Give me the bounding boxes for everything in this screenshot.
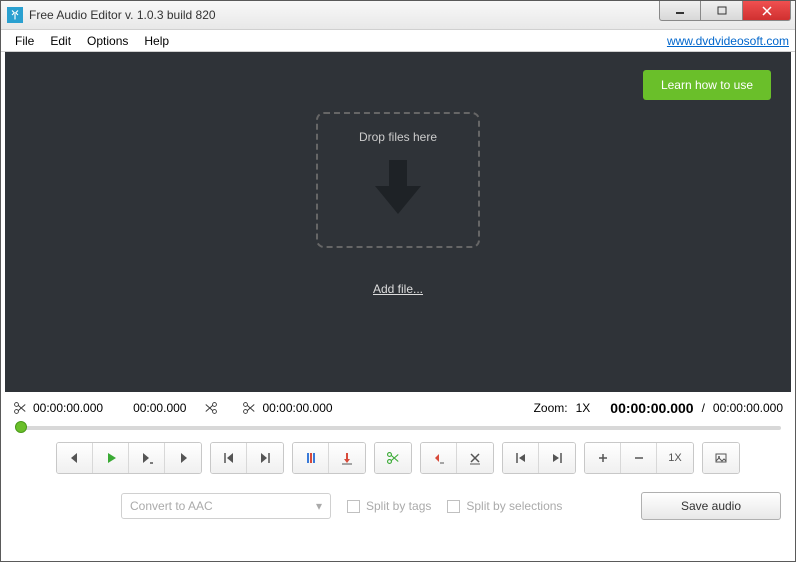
- app-window: Free Audio Editor v. 1.0.3 build 820 Fil…: [0, 0, 796, 562]
- maximize-button[interactable]: [701, 1, 743, 21]
- drop-label: Drop files here: [359, 130, 437, 144]
- split-selections-checkbox[interactable]: Split by selections: [447, 499, 562, 513]
- convert-value: Convert to AAC: [130, 499, 316, 513]
- time-separator: /: [702, 401, 705, 415]
- zoom-value: 1X: [576, 401, 591, 415]
- scissors-end-icon: [242, 401, 256, 415]
- skip-start-button[interactable]: [211, 443, 247, 473]
- split-selections-label: Split by selections: [466, 499, 562, 513]
- marker-down-button[interactable]: [329, 443, 365, 473]
- prev-button[interactable]: [57, 443, 93, 473]
- play-selection-button[interactable]: [129, 443, 165, 473]
- menu-help[interactable]: Help: [136, 32, 177, 50]
- close-button[interactable]: [743, 1, 791, 21]
- chevron-down-icon: ▾: [316, 499, 322, 513]
- zoom-out-button[interactable]: [621, 443, 657, 473]
- seek-thumb[interactable]: [15, 421, 27, 433]
- seek-slider-row: [1, 420, 795, 440]
- titlebar: Free Audio Editor v. 1.0.3 build 820: [1, 1, 795, 30]
- window-controls: [659, 9, 795, 21]
- footer: Convert to AAC ▾ Split by tags Split by …: [1, 484, 795, 532]
- end-time: 00:00:00.000: [262, 401, 332, 415]
- goto-start-button[interactable]: [503, 443, 539, 473]
- add-file-link[interactable]: Add file...: [373, 282, 423, 296]
- minimize-button[interactable]: [659, 1, 701, 21]
- website-link[interactable]: www.dvdvideosoft.com: [667, 34, 789, 48]
- undo-button[interactable]: [421, 443, 457, 473]
- timecode-bar: 00:00:00.000 00:00.000 00:00:00.000 Zoom…: [1, 392, 795, 420]
- drop-zone[interactable]: Drop files here: [316, 112, 480, 248]
- convert-select[interactable]: Convert to AAC ▾: [121, 493, 331, 519]
- save-audio-button[interactable]: Save audio: [641, 492, 781, 520]
- split-tags-checkbox[interactable]: Split by tags: [347, 499, 431, 513]
- next-button[interactable]: [165, 443, 201, 473]
- zoom-label: Zoom:: [534, 401, 568, 415]
- cut-button[interactable]: [375, 443, 411, 473]
- menu-file[interactable]: File: [7, 32, 42, 50]
- pause-markers-button[interactable]: [293, 443, 329, 473]
- total-time: 00:00:00.000: [713, 401, 783, 415]
- delete-button[interactable]: [457, 443, 493, 473]
- learn-button[interactable]: Learn how to use: [643, 70, 771, 100]
- current-time: 00:00:00.000: [610, 400, 693, 416]
- down-arrow-icon: [371, 156, 425, 225]
- image-button[interactable]: [703, 443, 739, 473]
- app-icon: [7, 7, 23, 23]
- menu-options[interactable]: Options: [79, 32, 136, 50]
- toolbar: 1X: [1, 440, 795, 484]
- seek-slider[interactable]: [15, 426, 781, 430]
- checkbox-icon: [347, 500, 360, 513]
- goto-end-button[interactable]: [539, 443, 575, 473]
- skip-end-button[interactable]: [247, 443, 283, 473]
- menubar: File Edit Options Help www.dvdvideosoft.…: [1, 30, 795, 52]
- scissors-range-end-icon: [204, 401, 218, 415]
- waveform-area: Learn how to use Drop files here Add fil…: [5, 52, 791, 392]
- checkbox-icon: [447, 500, 460, 513]
- play-button[interactable]: [93, 443, 129, 473]
- scissors-start-icon: [13, 401, 27, 415]
- start-time: 00:00:00.000: [33, 401, 103, 415]
- range-time: 00:00.000: [133, 401, 186, 415]
- speed-button[interactable]: 1X: [657, 443, 693, 473]
- zoom-in-button[interactable]: [585, 443, 621, 473]
- window-title: Free Audio Editor v. 1.0.3 build 820: [29, 8, 216, 22]
- split-tags-label: Split by tags: [366, 499, 431, 513]
- menu-edit[interactable]: Edit: [42, 32, 79, 50]
